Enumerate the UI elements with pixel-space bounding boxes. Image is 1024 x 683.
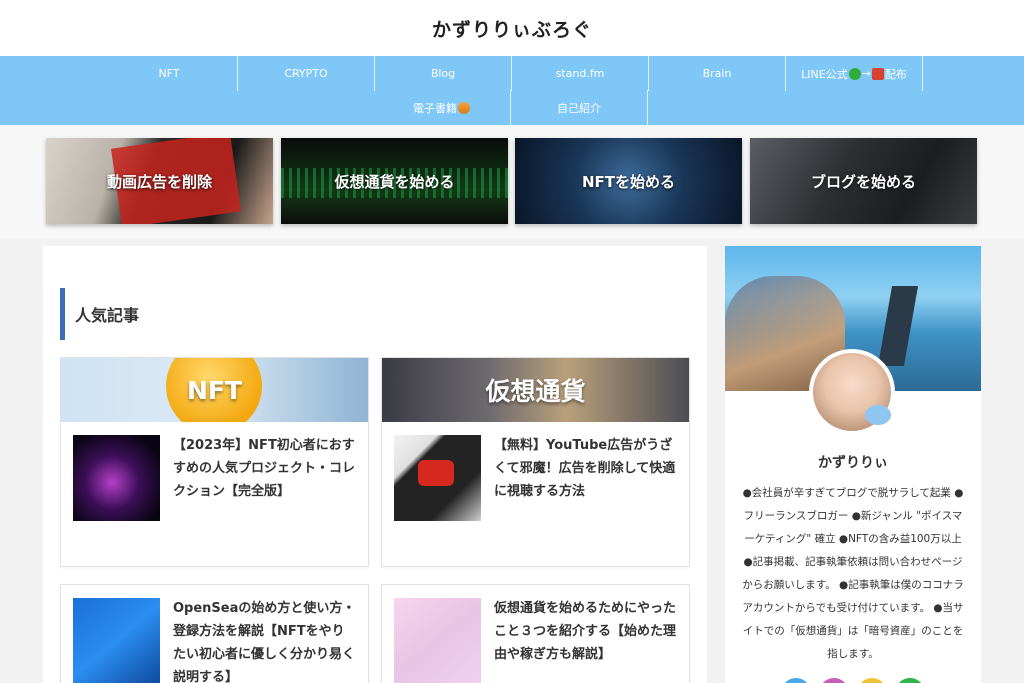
- article-thumbnail: [394, 435, 481, 521]
- gift-icon: [871, 67, 884, 80]
- nav-item-label: Brain: [702, 67, 732, 80]
- nav-item-label: 配布: [884, 67, 907, 81]
- nav-item-ebook[interactable]: 電子書籍: [374, 90, 511, 125]
- nav-row-2: 電子書籍 自己紹介: [374, 90, 648, 125]
- article-title[interactable]: 【無料】YouTube広告がうざくて邪魔！広告を削除して快適に視聴する方法: [494, 434, 677, 503]
- arrow-right-icon: →: [861, 67, 871, 80]
- category-label: 仮想通貨: [485, 377, 586, 406]
- banner-label: 動画広告を削除: [106, 172, 212, 191]
- article-title[interactable]: OpenSeaの始め方と使い方・登録方法を解説【NFTをやりたい初心者に優しく分…: [173, 597, 356, 683]
- article-title[interactable]: 仮想通貨を始めるためにやったこと３つを紹介する【始めた理由や稼ぎ方も解説】: [494, 597, 677, 666]
- nav-item-label: LINE公式: [801, 67, 848, 81]
- nav-row-1: NFT CRYPTO Blog stand.fm Brain LINE公式 → …: [101, 56, 923, 91]
- section-title: 人気記事: [60, 288, 139, 340]
- banner-remove-ads[interactable]: 動画広告を削除: [46, 138, 273, 224]
- nav-item-blog[interactable]: Blog: [375, 56, 512, 91]
- nav-item-label: stand.fm: [555, 67, 605, 80]
- profile-name: かずりりぃ: [818, 455, 888, 471]
- profile-sidebar: かずりりぃ ●会社員が辛すぎてブログで脱サラして起業 ●フリーランスブロガー ●…: [725, 246, 981, 683]
- category-label: NFT: [186, 375, 243, 405]
- social-icon[interactable]: [819, 678, 849, 683]
- category-banner: NFT: [61, 358, 368, 422]
- banner-label: 仮想通貨を始める: [334, 172, 455, 191]
- nav-item-brain[interactable]: Brain: [649, 56, 786, 91]
- article-title[interactable]: 【2023年】NFT初心者におすすめの人気プロジェクト・コレクション【完全版】: [173, 434, 356, 503]
- nav-item-label: Blog: [430, 67, 456, 80]
- nav-item-label: 自己紹介: [557, 101, 601, 115]
- article-thumbnail: [394, 598, 481, 683]
- article-card[interactable]: 仮想通貨を始めるためにやったこと３つを紹介する【始めた理由や稼ぎ方も解説】: [381, 584, 690, 683]
- nav-item-nft[interactable]: NFT: [101, 56, 238, 91]
- banner-start-crypto[interactable]: 仮想通貨を始める: [281, 138, 508, 224]
- banner-label: ブログを始める: [810, 172, 916, 191]
- nav-item-standfm[interactable]: stand.fm: [512, 56, 649, 91]
- site-title[interactable]: かずりりぃぶろぐ: [432, 15, 592, 42]
- banner-start-blog[interactable]: ブログを始める: [750, 138, 977, 224]
- site-header: かずりりぃぶろぐ: [0, 0, 1024, 56]
- main-content: 人気記事 NFT 【2023年】NFT初心者におすすめの人気プロジェクト・コレク…: [43, 246, 707, 683]
- nav-item-crypto[interactable]: CRYPTO: [238, 56, 375, 91]
- profile-bio: ●会社員が辛すぎてブログで脱サラして起業 ●フリーランスブロガー ●新ジャンル …: [742, 487, 964, 660]
- global-nav: NFT CRYPTO Blog stand.fm Brain LINE公式 → …: [0, 56, 1024, 125]
- social-links: [725, 678, 981, 683]
- banner-area: 動画広告を削除 仮想通貨を始める NFTを始める ブログを始める: [0, 125, 1024, 238]
- article-thumbnail: [73, 598, 160, 683]
- category-banner: 仮想通貨: [382, 358, 689, 422]
- article-card[interactable]: NFT 【2023年】NFT初心者におすすめの人気プロジェクト・コレクション【完…: [60, 357, 369, 567]
- green-circle-icon: [848, 67, 861, 80]
- nav-item-label: CRYPTO: [284, 67, 328, 80]
- nav-item-profile[interactable]: 自己紹介: [511, 90, 648, 125]
- nav-item-line[interactable]: LINE公式 → 配布: [786, 56, 923, 91]
- avatar: [809, 349, 895, 435]
- banner-label: NFTを始める: [581, 172, 676, 191]
- orange-circle-icon: [458, 101, 470, 114]
- nav-item-label: NFT: [158, 67, 180, 80]
- article-thumbnail: [73, 435, 160, 521]
- nav-item-label: 電子書籍: [413, 101, 457, 115]
- banner-start-nft[interactable]: NFTを始める: [515, 138, 742, 224]
- social-icon[interactable]: [857, 678, 887, 683]
- social-icon[interactable]: [895, 678, 925, 683]
- social-icon[interactable]: [781, 678, 811, 683]
- article-card[interactable]: 仮想通貨 【無料】YouTube広告がうざくて邪魔！広告を削除して快適に視聴する…: [381, 357, 690, 567]
- article-card[interactable]: OpenSeaの始め方と使い方・登録方法を解説【NFTをやりたい初心者に優しく分…: [60, 584, 369, 683]
